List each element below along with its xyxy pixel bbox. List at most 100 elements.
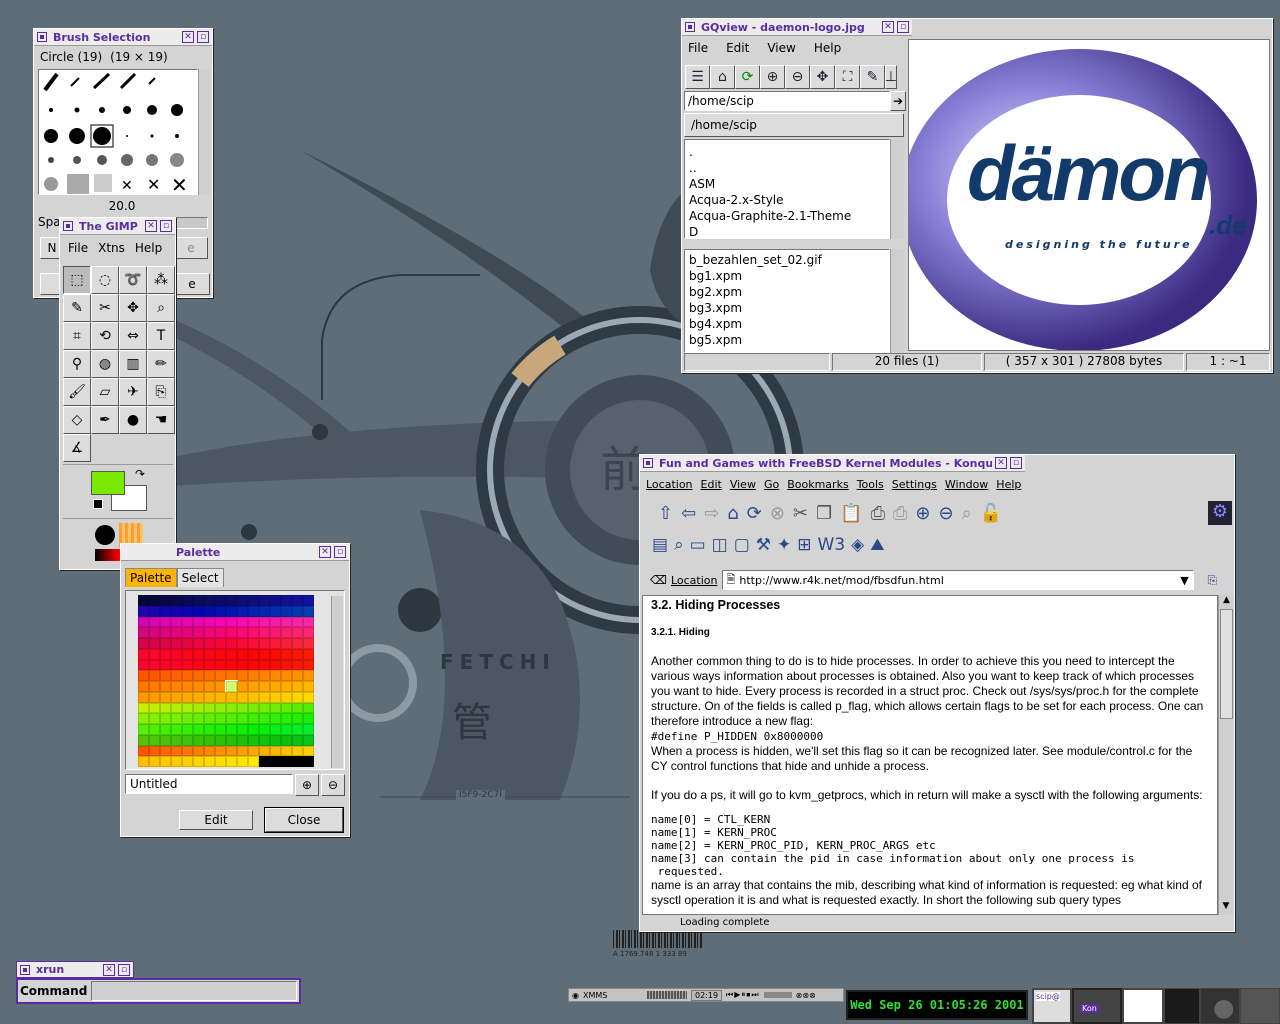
palette-swatch[interactable] [160,702,171,714]
palette-swatch[interactable] [281,659,292,671]
palette-swatch[interactable] [259,595,270,606]
palette-swatch[interactable] [270,745,281,757]
palette-swatch[interactable] [281,670,292,681]
close-icon[interactable]: ✕ [882,21,894,33]
palette-swatch[interactable] [160,605,171,617]
tool-icon-3[interactable]: ⊞ [797,535,811,555]
kde-gear-icon[interactable]: ⚙ [1208,501,1232,525]
tool-free-select-icon[interactable]: ➰ [119,266,147,294]
palette-swatch[interactable] [259,616,270,628]
brush-grid[interactable]: ✕ ✕ ✕ [38,69,198,195]
palette-swatch[interactable] [204,648,215,660]
palette-swatch[interactable] [182,605,193,617]
tool-ellipse-select-icon[interactable]: ◌ [91,266,119,294]
palette-swatch[interactable] [292,595,303,606]
palette-swatch[interactable] [270,702,281,714]
palette-swatch[interactable] [270,616,281,628]
gqview-menu-edit[interactable]: Edit [726,41,749,55]
palette-swatch[interactable] [171,670,182,681]
palette-swatch[interactable] [270,681,281,692]
palette-swatch[interactable] [138,605,149,617]
palette-swatch[interactable] [160,724,171,735]
palette-swatch[interactable] [237,724,248,735]
window-menu-icon[interactable] [37,32,47,42]
palette-swatch[interactable] [281,745,292,757]
palette-swatch[interactable] [270,648,281,660]
palette-swatch[interactable] [237,595,248,606]
palette-swatch[interactable] [303,724,314,735]
palette-swatch[interactable] [160,734,171,746]
home-icon[interactable]: ⌂ [710,65,735,89]
palette-swatch[interactable] [270,734,281,746]
palette-swatch[interactable] [193,616,204,628]
palette-swatch[interactable] [149,713,160,724]
konq-menu-location[interactable]: Location [646,478,693,491]
palette-swatch[interactable] [160,745,171,757]
palette-swatch[interactable] [270,670,281,681]
dir-item[interactable]: ASM [689,176,885,192]
palette-swatch[interactable] [248,605,259,617]
palette-swatch[interactable] [193,627,204,638]
split-vertical-icon[interactable]: ◫ [712,535,728,555]
palette-swatch[interactable] [303,681,314,692]
palette-swatch[interactable] [160,713,171,724]
palette-swatch[interactable] [259,734,270,746]
konq-titlebar[interactable]: Fun and Games with FreeBSD Kernel Module… [640,455,1025,472]
palette-swatch[interactable] [248,670,259,681]
palette-swatch[interactable] [171,734,182,746]
palette-swatch[interactable] [303,616,314,628]
palette-swatch[interactable] [204,616,215,628]
gimp-titlebar[interactable]: The GIMP ✕ ▫ [60,218,175,235]
palette-swatch[interactable] [160,627,171,638]
palette-swatch[interactable] [182,627,193,638]
palette-swatch[interactable] [160,691,171,703]
palette-swatch[interactable] [281,691,292,703]
home-icon[interactable]: ⌂ [727,503,738,524]
palette-swatch[interactable] [204,702,215,714]
file-item[interactable]: bg3.xpm [689,300,885,316]
gqview-path-input[interactable]: /home/scip [684,91,890,111]
window-menu-icon[interactable] [643,458,653,468]
zoom-fit-icon[interactable]: ✥ [810,65,835,89]
palette-swatch[interactable] [204,724,215,735]
palette-swatch[interactable] [237,756,248,767]
palette-swatch[interactable] [292,691,303,703]
palette-swatch[interactable] [149,702,160,714]
scroll-down-icon[interactable]: ▼ [1219,901,1233,915]
tool-eraser-icon[interactable]: ▱ [91,378,119,406]
palette-swatch[interactable] [237,616,248,628]
pager-desktop-2[interactable]: Kon [1072,988,1122,1024]
palette-swatch[interactable] [292,702,303,714]
palette-swatch[interactable] [204,605,215,617]
maximize-icon[interactable]: ▫ [897,21,909,33]
tab-select[interactable]: Select [176,568,224,587]
palette-swatch[interactable] [182,638,193,649]
dir-item[interactable]: D [689,224,885,238]
tool-bezier-select-icon[interactable]: ✎ [63,294,91,322]
stop-icon[interactable]: ⊗ [770,503,785,524]
remove-view-icon[interactable]: ▢ [734,535,750,555]
zoom-in-icon[interactable]: ⊕ [760,65,785,89]
gqview-menu-view[interactable]: View [767,41,795,55]
palette-swatch[interactable] [226,702,237,714]
current-brush-icon[interactable] [95,525,115,545]
forward-icon[interactable]: ⇨ [704,503,719,524]
tool-paintbrush-icon[interactable]: 🖌 [63,378,91,406]
palette-swatch[interactable] [215,595,226,606]
pager-desktop-5[interactable] [1200,988,1240,1024]
security-lock-icon[interactable]: 🔓 [980,503,1002,524]
fullscreen-icon[interactable]: ⛶ [835,65,860,89]
palette-swatch[interactable] [270,756,281,767]
palette-swatch[interactable] [204,745,215,757]
palette-swatch[interactable] [149,745,160,757]
palette-swatch[interactable] [226,616,237,628]
tool-airbrush-icon[interactable]: ✈ [119,378,147,406]
palette-swatch[interactable] [303,734,314,746]
palette-swatch[interactable] [182,702,193,714]
palette-swatch[interactable] [138,648,149,660]
palette-swatch[interactable] [215,659,226,671]
palette-swatch[interactable] [215,734,226,746]
palette-swatch[interactable] [149,734,160,746]
palette-swatch[interactable] [281,756,292,767]
gimp-menu-xtns[interactable]: Xtns [98,241,125,255]
